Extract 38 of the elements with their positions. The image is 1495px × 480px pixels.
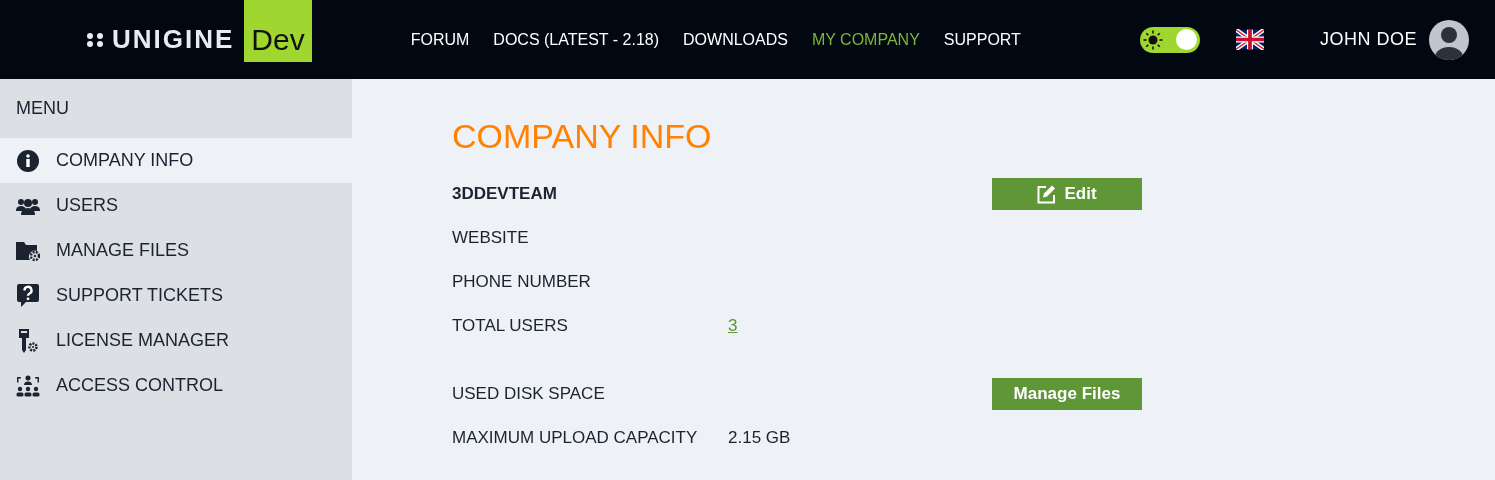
menu-title: MENU [15, 97, 70, 120]
menu-item[interactable]: LICENSE MANAGER [0, 318, 352, 363]
nav-link[interactable]: DOWNLOADS [683, 30, 788, 49]
field-label: USED DISK SPACE [452, 384, 606, 404]
theme-toggle[interactable] [1140, 26, 1200, 53]
info-icon [17, 149, 39, 172]
menu-item[interactable]: SUPPORT TICKETS [0, 273, 352, 318]
logo-wordmark: UNIGINE [112, 24, 235, 55]
company-name: 3DDEVTEAM [452, 184, 558, 204]
field-label: PHONE NUMBER [452, 272, 592, 292]
menu-item[interactable]: MANAGE FILES [0, 228, 352, 273]
page-title: COMPANY INFO [452, 117, 713, 156]
nav-link[interactable]: MY COMPANY [811, 30, 920, 49]
field-label: MAXIMUM UPLOAD CAPACITY [452, 428, 699, 448]
field-label: TOTAL USERS [452, 316, 569, 336]
team-icon [16, 374, 40, 397]
field-value: 2.15 GB [728, 428, 792, 448]
user-name[interactable]: JOHN DOE [1320, 29, 1417, 50]
sun-icon [1143, 29, 1163, 50]
menu-item[interactable]: COMPANY INFO [0, 138, 352, 183]
menu-item[interactable]: USERS [0, 183, 352, 228]
users-icon [16, 196, 40, 215]
avatar-icon[interactable] [1429, 19, 1469, 60]
flag-icon[interactable] [1236, 29, 1264, 50]
edit-button[interactable]: Edit [992, 178, 1142, 210]
manage-files-button[interactable]: Manage Files [992, 378, 1142, 410]
folder-gear-icon [16, 239, 40, 262]
nav-link[interactable]: FORUM [410, 30, 470, 49]
field-label: WEBSITE [452, 228, 530, 248]
toggle-knob [1176, 29, 1197, 50]
dots-icon [86, 31, 104, 48]
nav-link[interactable]: SUPPORT [943, 30, 1021, 49]
logo-badge: Dev [244, 0, 312, 62]
edit-icon [1037, 184, 1057, 204]
question-bubble-icon [17, 283, 39, 308]
key-gear-icon [17, 328, 39, 353]
menu-item[interactable]: ACCESS CONTROL [0, 363, 352, 408]
nav-link[interactable]: DOCS (LATEST - 2.18) [493, 30, 660, 49]
